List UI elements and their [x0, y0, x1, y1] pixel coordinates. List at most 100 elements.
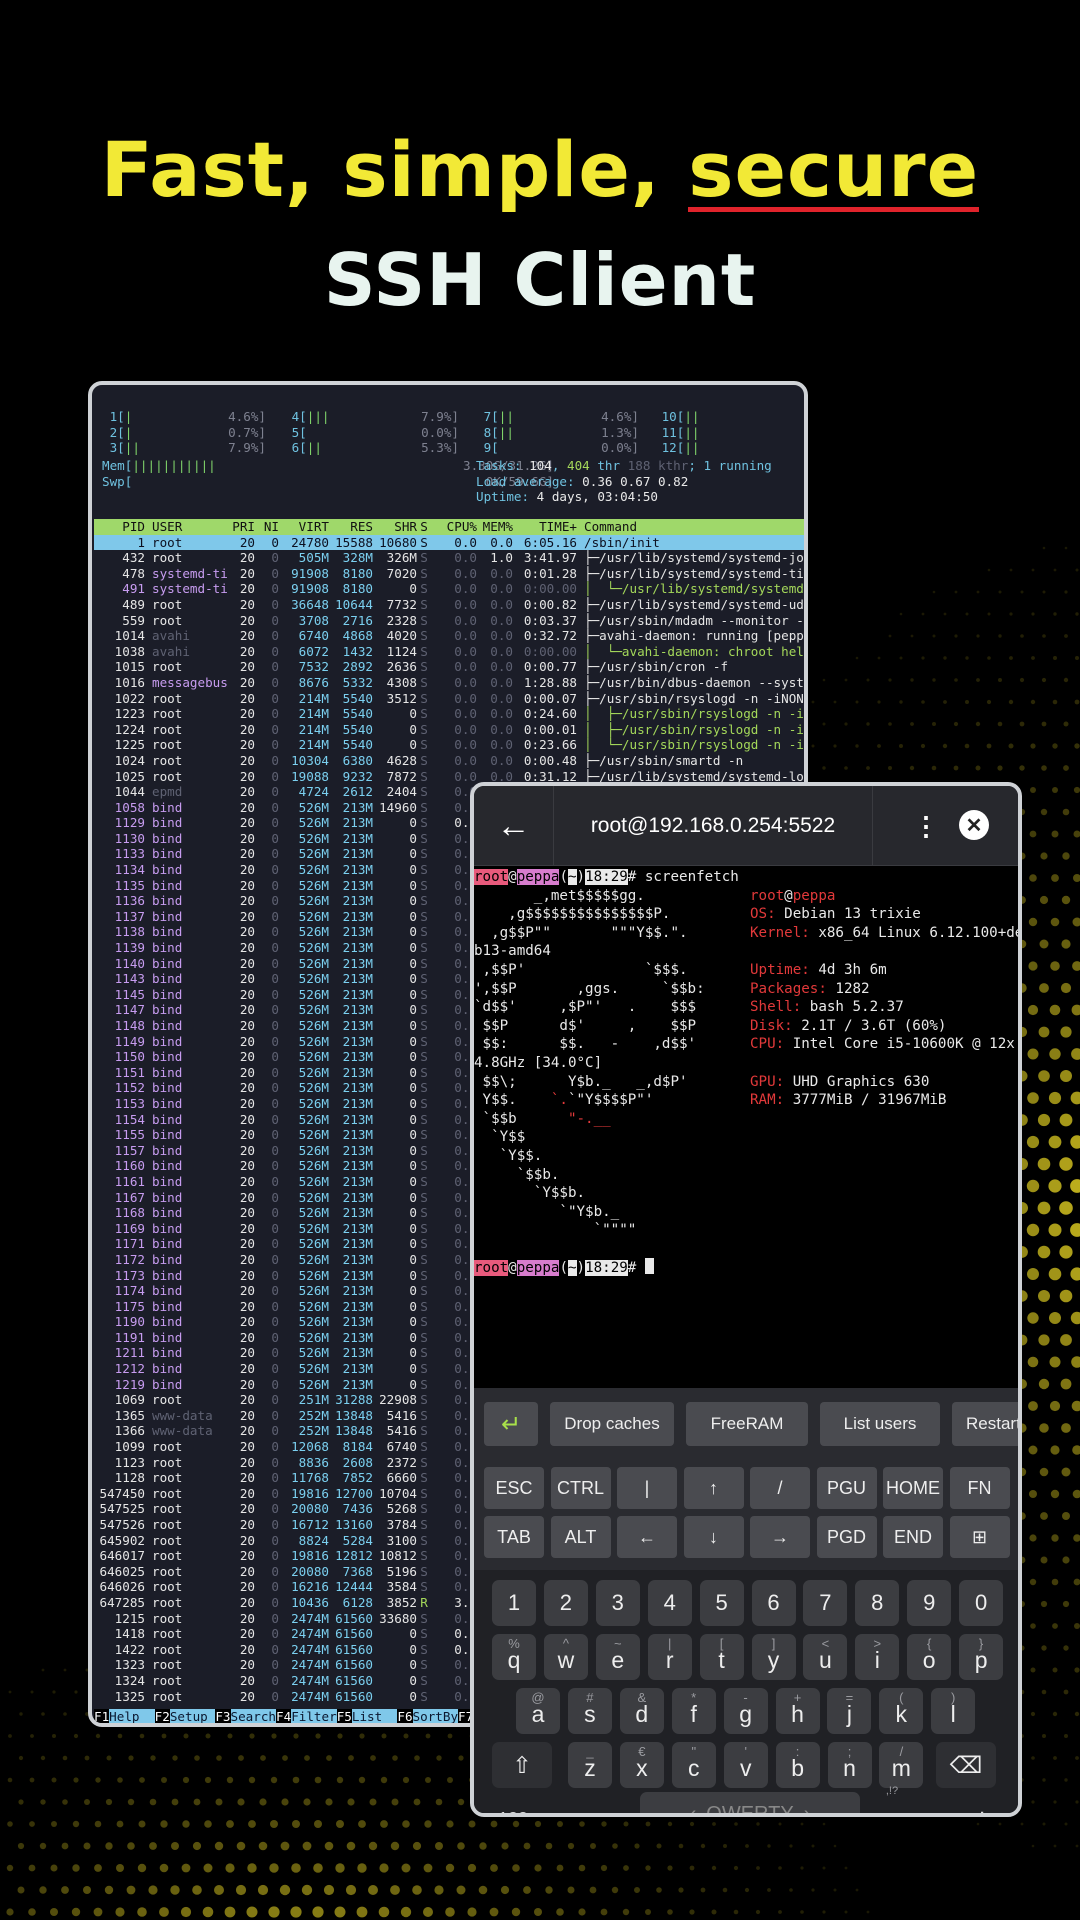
comma-key[interactable]: ,	[586, 1792, 614, 1813]
process-row[interactable]: 478 systemd-ti 20 0 91908 8180 7020 S 0.0 0.0 0:01…	[94, 566, 804, 582]
key-9[interactable]: 9	[907, 1580, 952, 1626]
key-x[interactable]: € x	[619, 1742, 664, 1788]
process-row[interactable]: 1022 root 20 0 214M 5540 3512 S 0.0 0.0 0:00.07 ├─/…	[94, 691, 804, 707]
process-row[interactable]: 1225 root 20 0 214M 5540 0 S 0.0 0.0 0:23.66 │ └─/u…	[94, 737, 804, 753]
key-slash[interactable]: /	[750, 1467, 810, 1509]
key-z[interactable]: _ z	[568, 1742, 612, 1788]
key-fn[interactable]: FN	[949, 1467, 1010, 1509]
close-session-button[interactable]: ✕	[959, 810, 989, 840]
fkey-label[interactable]: Setup	[169, 1709, 216, 1723]
cpu-percent: 7.9%]	[421, 409, 459, 424]
fkey-label[interactable]: Help	[109, 1709, 155, 1723]
period-key[interactable]: .	[872, 1796, 912, 1813]
emoji-key-icon[interactable]: ☺	[542, 1796, 582, 1813]
key-c[interactable]: " c	[671, 1742, 716, 1788]
key-0[interactable]: 0	[959, 1580, 1004, 1626]
key-arrow-down[interactable]: ↓	[683, 1516, 744, 1558]
fkey-sortby[interactable]: F6	[397, 1709, 413, 1723]
process-row[interactable]: 559 root 20 0 3708 2716 2328 S 0.0 0.0 0:03.37 ├─/u…	[94, 613, 804, 629]
fkey-label[interactable]: SortBy	[412, 1709, 459, 1723]
macro-button-list-users[interactable]: List users	[820, 1402, 940, 1446]
key-t[interactable]: [t	[699, 1634, 744, 1680]
key-p[interactable]: } p	[959, 1634, 1004, 1680]
macro-button-restart[interactable]: Restart	[952, 1402, 1018, 1446]
key-arrow-up[interactable]: ↑	[683, 1467, 744, 1509]
key-5[interactable]: 5	[699, 1580, 744, 1626]
backspace-key-icon[interactable]: ⌫	[936, 1742, 996, 1788]
key-esc[interactable]: ESC	[484, 1467, 544, 1509]
process-row[interactable]: 1223 root 20 0 214M 5540 0 S 0.0 0.0 0:24.60 │ ├─/u…	[94, 706, 804, 722]
shift-key-icon[interactable]: ⇧	[492, 1742, 552, 1788]
key-d[interactable]: & d	[619, 1688, 664, 1734]
key-page-down[interactable]: PGD	[816, 1516, 877, 1558]
key-s[interactable]: # s	[567, 1688, 612, 1734]
process-row[interactable]: 1024 root 20 0 10304 6380 4628 S 0.0 0.0 0:00.48 ├─…	[94, 753, 804, 769]
fkey-help[interactable]: F1	[94, 1709, 110, 1723]
key-pipe[interactable]: |	[617, 1467, 677, 1509]
key-h[interactable]: + h	[775, 1688, 820, 1734]
key-i[interactable]: > i	[855, 1634, 900, 1680]
back-button[interactable]: ←	[474, 786, 554, 866]
process-row[interactable]: 1015 root 20 0 7532 2892 2636 S 0.0 0.0 0:00.77 ├─/…	[94, 659, 804, 675]
key-m[interactable]: / m	[879, 1742, 924, 1788]
sysinfo-os: OS: Debian 13 trixie	[750, 906, 921, 923]
key-w[interactable]: ^ w	[543, 1634, 588, 1680]
fkey-list[interactable]: F5	[336, 1709, 352, 1723]
key-grid-icon[interactable]: ⊞	[949, 1516, 1010, 1558]
process-row[interactable]: 491 systemd-ti 20 0 91908 8180 0 S 0.0 0.0 0:00.00…	[94, 581, 804, 597]
key-r[interactable]: | r	[647, 1634, 692, 1680]
key-a[interactable]: @ a	[516, 1688, 560, 1734]
key-8[interactable]: 8	[855, 1580, 900, 1626]
process-row[interactable]: 1014 avahi 20 0 6740 4868 4020 S 0.0 0.0 0:32.72 ├─…	[94, 628, 804, 644]
key-home[interactable]: HOME	[883, 1467, 943, 1509]
symbols-key[interactable]: 123	[488, 1796, 538, 1814]
fkey-filter[interactable]: F4	[276, 1709, 292, 1723]
process-row[interactable]: 1 root 20 0 24780 15588 10680 S 0.0 0.0 6:05.16/sb…	[94, 534, 804, 551]
key-page-up[interactable]: PGU	[816, 1467, 877, 1509]
key-1[interactable]: 1	[492, 1580, 536, 1626]
fkey-label[interactable]: Search	[230, 1709, 277, 1723]
key-3[interactable]: 3	[595, 1580, 640, 1626]
key-4[interactable]: 4	[647, 1580, 692, 1626]
key-arrow-right[interactable]: →	[750, 1516, 810, 1558]
process-table-header[interactable]: PID USER PRI NI VIRT RES SHR S CPU% MEM% TIME+ Comm…	[94, 519, 804, 535]
enter-key-icon[interactable]: ↵	[952, 1796, 1002, 1814]
fkey-setup[interactable]: F2	[154, 1709, 170, 1723]
key-2[interactable]: 2	[543, 1580, 588, 1626]
key-alt[interactable]: ALT	[550, 1516, 611, 1558]
process-row[interactable]: 489 root 20 0 36648 10644 7732 S 0.0 0.0 0:00.82 ├─…	[94, 597, 804, 613]
key-b[interactable]: :b	[775, 1742, 820, 1788]
terminal-output[interactable]: root@peppa(~)18:29# screenfetch _,met$$$…	[474, 866, 1018, 1388]
key-l[interactable]: ) l	[931, 1688, 976, 1734]
key-7[interactable]: 7	[803, 1580, 848, 1626]
key-tab[interactable]: TAB	[484, 1516, 544, 1558]
macro-button-freeram[interactable]: FreeRAM	[686, 1402, 808, 1446]
key-u[interactable]: < u	[803, 1634, 848, 1680]
key-ctrl[interactable]: CTRL	[550, 1467, 611, 1509]
more-options-button[interactable]: ⋮	[904, 804, 948, 848]
process-row[interactable]: 1016 messagebus 20 0 8676 5332 4308 S 0.0 0.0 1:28…	[94, 675, 804, 691]
key-o[interactable]: {o	[907, 1634, 952, 1680]
key-k[interactable]: (k	[879, 1688, 924, 1734]
process-row[interactable]: 1224 root 20 0 214M 5540 0 S 0.0 0.0 0:00.01 │ ├─/u…	[94, 722, 804, 738]
key-f[interactable]: * f	[671, 1688, 716, 1734]
key-6[interactable]: 6	[751, 1580, 796, 1626]
key-n[interactable]: ; n	[827, 1742, 872, 1788]
key-q[interactable]: % q	[492, 1634, 536, 1680]
macro-button-drop-caches[interactable]: Drop caches	[550, 1402, 674, 1446]
fkey-label[interactable]: List	[351, 1709, 398, 1723]
key-e[interactable]: ~ e	[595, 1634, 640, 1680]
key-v[interactable]: ' v	[723, 1742, 768, 1788]
space-bar[interactable]: ‹ QWERTY ›	[640, 1792, 860, 1813]
session-title[interactable]: root@192.168.0.254:5522	[554, 786, 872, 866]
process-row[interactable]: 1038 avahi 20 0 6072 1432 1124 S 0.0 0.0 0:00.00 │ …	[94, 644, 804, 660]
enter-macro-button[interactable]: ↵	[484, 1402, 538, 1446]
fkey-label[interactable]: Filter	[291, 1709, 337, 1723]
key-end[interactable]: END	[883, 1516, 943, 1558]
key-g[interactable]: -g	[723, 1688, 768, 1734]
fkey-search[interactable]: F3	[215, 1709, 231, 1723]
key-j[interactable]: = j	[827, 1688, 872, 1734]
key-y[interactable]: ] y	[751, 1634, 796, 1680]
key-arrow-left[interactable]: ←	[617, 1516, 677, 1558]
process-row[interactable]: 432 root 20 0 505M 328M 326M S 0.0 1.0 3:41.97 ├─/u…	[94, 550, 804, 566]
